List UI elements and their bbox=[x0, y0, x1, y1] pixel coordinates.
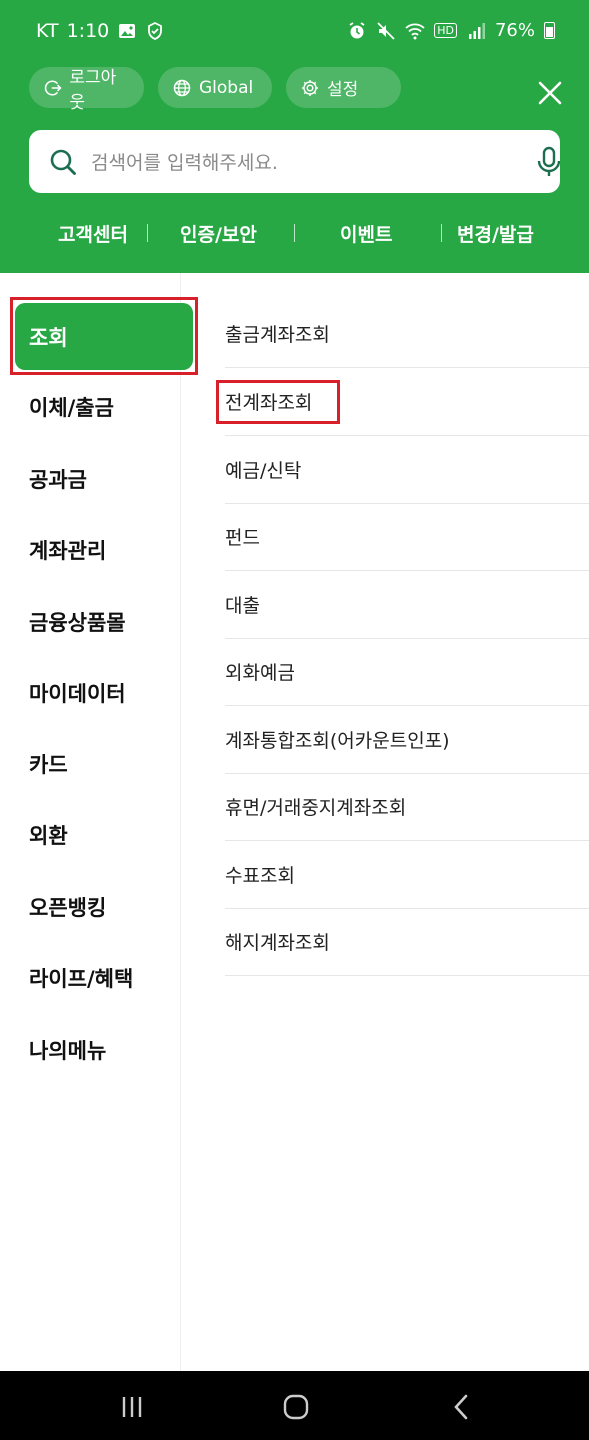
quick-link-customer-center[interactable]: 고객센터 bbox=[58, 220, 128, 247]
category-mydata[interactable]: 마이데이터 bbox=[29, 673, 126, 713]
global-button[interactable]: Global bbox=[158, 67, 272, 108]
settings-label: 설정 bbox=[327, 80, 359, 100]
category-utility-bills[interactable]: 공과금 bbox=[29, 459, 87, 499]
search-input[interactable] bbox=[89, 146, 493, 180]
category-my-menu[interactable]: 나의메뉴 bbox=[29, 1030, 106, 1070]
sub-item-account-info[interactable]: 계좌통합조회(어카운트인포) bbox=[225, 706, 589, 774]
quick-link-event[interactable]: 이벤트 bbox=[340, 220, 392, 247]
alarm-icon bbox=[347, 21, 367, 41]
carrier-label: KT bbox=[36, 20, 59, 42]
sub-item-closed-account-inquiry[interactable]: 해지계좌조회 bbox=[225, 908, 589, 976]
separator bbox=[147, 224, 148, 242]
search-icon bbox=[50, 149, 76, 175]
category-account-management[interactable]: 계좌관리 bbox=[29, 530, 106, 570]
category-foreign-exchange[interactable]: 외환 bbox=[29, 815, 68, 855]
quick-link-auth-security[interactable]: 인증/보안 bbox=[180, 220, 257, 247]
mute-icon bbox=[376, 21, 396, 41]
category-financial-products[interactable]: 금융상품몰 bbox=[29, 602, 126, 642]
highlight-box-sub-item bbox=[216, 380, 340, 424]
global-label: Global bbox=[199, 77, 254, 98]
sub-item-fund[interactable]: 펀드 bbox=[225, 503, 589, 571]
shield-icon bbox=[145, 21, 165, 41]
sub-item-check-inquiry[interactable]: 수표조회 bbox=[225, 841, 589, 909]
sub-item-loan[interactable]: 대출 bbox=[225, 571, 589, 639]
quick-links: 고객센터 인증/보안 이벤트 변경/발급 bbox=[0, 218, 589, 250]
gallery-icon bbox=[117, 21, 137, 41]
clock-label: 1:10 bbox=[66, 20, 110, 42]
category-open-banking[interactable]: 오픈뱅킹 bbox=[29, 887, 106, 927]
hd-badge: HD bbox=[434, 23, 457, 38]
wifi-icon bbox=[405, 21, 425, 41]
microphone-icon[interactable] bbox=[534, 146, 564, 178]
settings-button[interactable]: 설정 bbox=[286, 67, 401, 108]
signal-icon bbox=[466, 21, 486, 41]
quick-link-change-issue[interactable]: 변경/발급 bbox=[457, 220, 534, 247]
category-life-benefits[interactable]: 라이프/혜택 bbox=[29, 958, 133, 998]
header: KT 1:10 HD 76% 로그아웃 Global 설정 검색어를 입력해주세… bbox=[0, 0, 589, 273]
sub-item-dormant-account-inquiry[interactable]: 휴면/거래중지계좌조회 bbox=[225, 773, 589, 841]
left-category-menu: 조회 이체/출금 공과금 계좌관리 금융상품몰 마이데이터 카드 외환 오픈뱅킹… bbox=[0, 273, 193, 1371]
sub-item-foreign-currency-deposit[interactable]: 외화예금 bbox=[225, 638, 589, 706]
battery-icon bbox=[544, 22, 555, 39]
category-transfer[interactable]: 이체/출금 bbox=[29, 387, 114, 427]
system-navigation-bar bbox=[0, 1371, 589, 1440]
globe-icon bbox=[173, 79, 191, 96]
search-bar[interactable] bbox=[29, 130, 561, 193]
logout-icon bbox=[44, 79, 62, 96]
close-icon[interactable] bbox=[533, 76, 567, 110]
logout-button[interactable]: 로그아웃 bbox=[29, 67, 144, 113]
separator bbox=[441, 224, 442, 242]
recent-apps-icon[interactable] bbox=[117, 1393, 147, 1421]
sub-item-withdrawal-account-inquiry[interactable]: 출금계좌조회 bbox=[225, 300, 589, 368]
back-icon[interactable] bbox=[447, 1393, 477, 1421]
sub-item-deposit-trust[interactable]: 예금/신탁 bbox=[225, 436, 589, 504]
battery-percent: 76% bbox=[494, 20, 535, 41]
highlight-box-category bbox=[10, 297, 198, 375]
home-icon[interactable] bbox=[281, 1393, 311, 1421]
category-card[interactable]: 카드 bbox=[29, 744, 68, 784]
status-bar: KT 1:10 HD 76% bbox=[0, 0, 589, 64]
logout-label: 로그아웃 bbox=[69, 67, 117, 113]
separator bbox=[294, 224, 295, 242]
gear-icon bbox=[302, 79, 318, 96]
